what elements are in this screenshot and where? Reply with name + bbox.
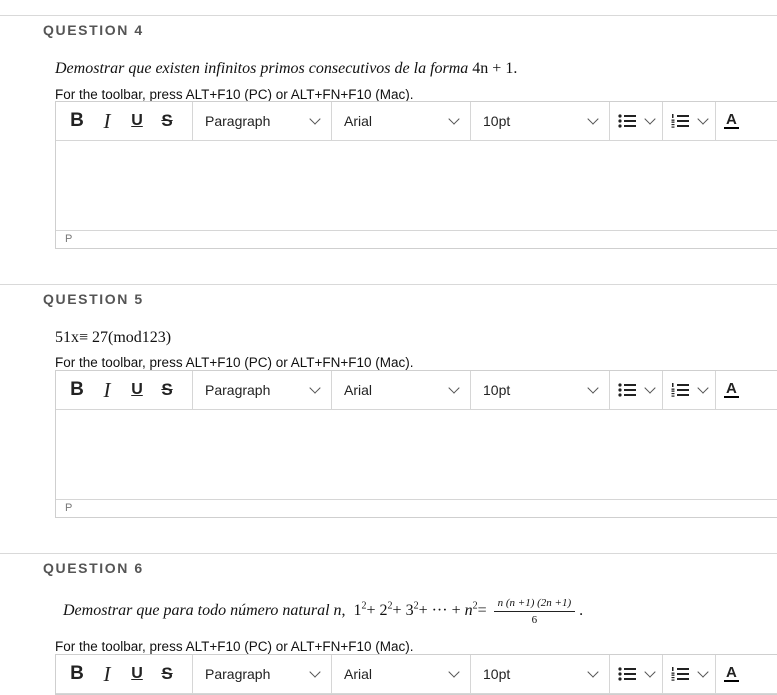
chevron-down-icon <box>450 117 458 125</box>
question-text: Demostrar que existen infinitos primos c… <box>55 60 517 78</box>
bullet-list-button[interactable] <box>610 102 662 140</box>
editor-toolbar: B I U S Paragraph Arial 10pt A <box>56 655 777 694</box>
chevron-down-icon <box>589 670 597 678</box>
editor-content-area[interactable] <box>56 410 777 500</box>
question-text: 51x≡ 27(mod123) <box>55 329 172 346</box>
editor-status-path: P <box>65 502 73 514</box>
question-title: QUESTION 5 <box>43 291 144 307</box>
paragraph-select[interactable]: Paragraph <box>193 655 331 693</box>
chevron-down-icon <box>699 117 707 125</box>
paragraph-select-value: Paragraph <box>205 382 271 398</box>
numbered-list-icon <box>671 383 689 397</box>
font-size-value: 10pt <box>483 666 511 682</box>
italic-button[interactable]: I <box>92 102 122 140</box>
chevron-down-icon <box>311 386 319 394</box>
editor-toolbar: B I U S Paragraph Arial 10pt A <box>56 102 777 141</box>
paragraph-select[interactable]: Paragraph <box>193 102 331 140</box>
text-color-button[interactable]: A <box>716 102 747 140</box>
chevron-down-icon <box>589 117 597 125</box>
question-text-prefix: Demostrar que para todo número natural <box>63 602 334 620</box>
question-text-math: 4n + 1. <box>472 60 518 77</box>
editor-status-path: P <box>65 233 73 245</box>
question-formula: , 12+ 22+ 32+ ··· + n2= <box>341 600 491 620</box>
fraction-denominator: 6 <box>531 614 538 626</box>
chevron-down-icon <box>589 386 597 394</box>
numbered-list-icon <box>671 114 689 128</box>
chevron-down-icon <box>699 386 707 394</box>
underline-button[interactable]: U <box>122 102 152 140</box>
strikethrough-button[interactable]: S <box>152 655 182 693</box>
chevron-down-icon <box>450 670 458 678</box>
chevron-down-icon <box>646 386 654 394</box>
text-color-icon: A <box>724 380 739 398</box>
strikethrough-button[interactable]: S <box>152 102 182 140</box>
font-family-select[interactable]: Arial <box>332 371 470 409</box>
chevron-down-icon <box>311 670 319 678</box>
font-family-value: Arial <box>344 382 373 398</box>
font-family-select[interactable]: Arial <box>332 655 470 693</box>
strikethrough-button[interactable]: S <box>152 371 182 409</box>
question-title: QUESTION 6 <box>43 560 144 576</box>
font-family-value: Arial <box>344 666 373 682</box>
fraction-numerator: n (n +1) (2n +1) <box>493 597 576 612</box>
question-text: Demostrar que para todo número natural n… <box>63 597 584 626</box>
underline-button[interactable]: U <box>122 371 152 409</box>
toolbar-hint: For the toolbar, press ALT+F10 (PC) or A… <box>55 639 414 654</box>
paragraph-select-value: Paragraph <box>205 666 271 682</box>
bullet-list-button[interactable] <box>610 655 662 693</box>
toolbar-hint: For the toolbar, press ALT+F10 (PC) or A… <box>55 87 414 102</box>
rich-text-editor: B I U S Paragraph Arial 10pt <box>55 370 777 518</box>
chevron-down-icon <box>646 117 654 125</box>
rich-text-editor: B I U S Paragraph Arial 10pt <box>55 654 777 695</box>
editor-content-area[interactable] <box>56 141 777 231</box>
bullet-list-icon <box>618 114 636 128</box>
text-color-button[interactable]: A <box>716 371 747 409</box>
font-size-value: 10pt <box>483 113 511 129</box>
question-divider <box>0 15 777 16</box>
editor-toolbar: B I U S Paragraph Arial 10pt A <box>56 371 777 410</box>
bold-button[interactable]: B <box>62 102 92 140</box>
text-color-button[interactable]: A <box>716 655 747 693</box>
underline-button[interactable]: U <box>122 655 152 693</box>
numbered-list-button[interactable] <box>663 371 715 409</box>
text-color-icon: A <box>724 111 739 129</box>
text-color-icon: A <box>724 664 739 682</box>
italic-button[interactable]: I <box>92 371 122 409</box>
question-divider <box>0 284 777 285</box>
font-size-select[interactable]: 10pt <box>471 102 609 140</box>
paragraph-select-value: Paragraph <box>205 113 271 129</box>
question-text-prefix: Demostrar que existen infinitos primos c… <box>55 60 473 77</box>
toolbar-hint: For the toolbar, press ALT+F10 (PC) or A… <box>55 355 414 370</box>
question-fraction: n (n +1) (2n +1) 6 <box>493 597 576 626</box>
bold-button[interactable]: B <box>62 655 92 693</box>
italic-button[interactable]: I <box>92 655 122 693</box>
paragraph-select[interactable]: Paragraph <box>193 371 331 409</box>
numbered-list-button[interactable] <box>663 102 715 140</box>
chevron-down-icon <box>699 670 707 678</box>
question-divider <box>0 553 777 554</box>
font-size-select[interactable]: 10pt <box>471 371 609 409</box>
chevron-down-icon <box>311 117 319 125</box>
question-text-var: n <box>333 602 342 620</box>
numbered-list-button[interactable] <box>663 655 715 693</box>
bullet-list-button[interactable] <box>610 371 662 409</box>
bullet-list-icon <box>618 383 636 397</box>
chevron-down-icon <box>646 670 654 678</box>
chevron-down-icon <box>450 386 458 394</box>
question-title: QUESTION 4 <box>43 22 144 38</box>
font-size-value: 10pt <box>483 382 511 398</box>
font-family-select[interactable]: Arial <box>332 102 470 140</box>
font-family-value: Arial <box>344 113 373 129</box>
rich-text-editor: B I U S Paragraph Arial 10pt <box>55 101 777 249</box>
bold-button[interactable]: B <box>62 371 92 409</box>
bullet-list-icon <box>618 667 636 681</box>
numbered-list-icon <box>671 667 689 681</box>
font-size-select[interactable]: 10pt <box>471 655 609 693</box>
